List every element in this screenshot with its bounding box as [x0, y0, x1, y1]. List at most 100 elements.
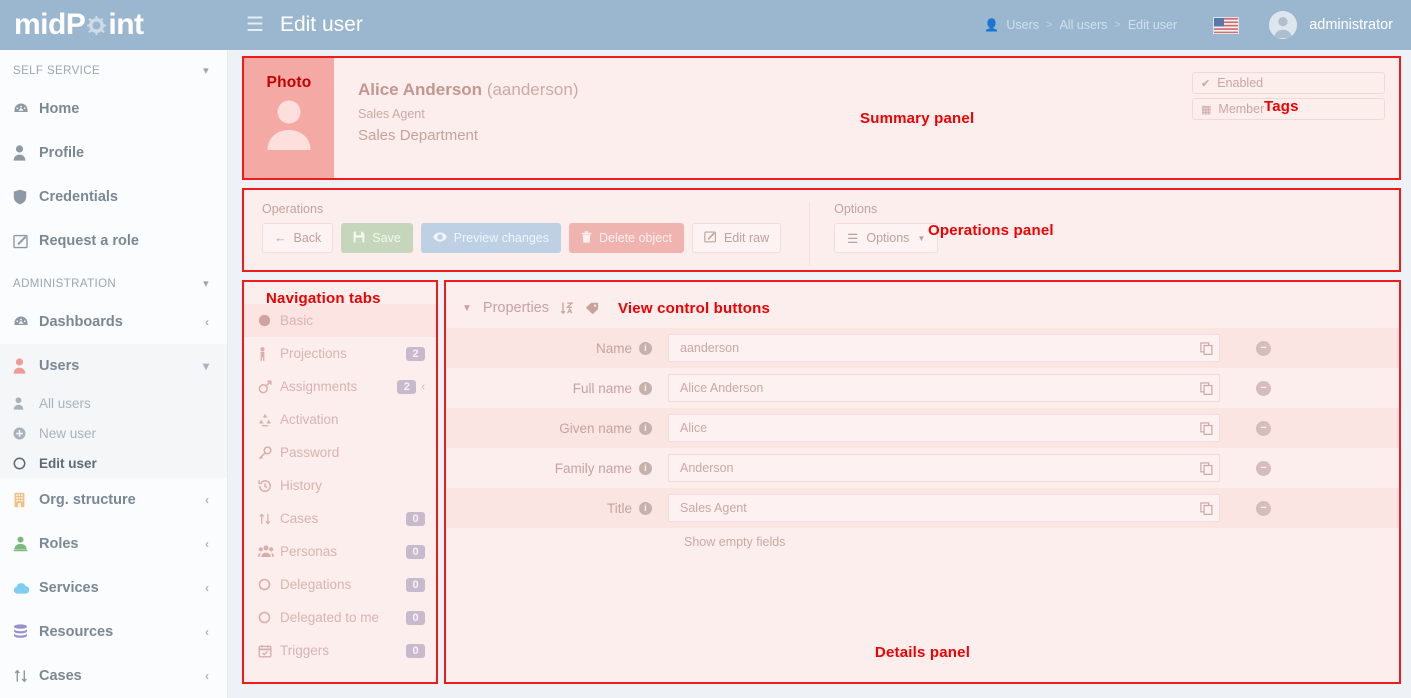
properties-title: Properties — [483, 300, 549, 316]
operations-caption: Operations — [262, 202, 781, 216]
copy-icon[interactable] — [1200, 342, 1213, 355]
sidebar-item-resources[interactable]: Resources ‹ — [0, 610, 227, 654]
minus-circle-icon[interactable]: − — [1256, 501, 1271, 516]
preview-changes-button[interactable]: Preview changes — [421, 223, 561, 253]
building-icon: ▦ — [1201, 103, 1211, 116]
sidebar-item-cases[interactable]: Cases ‹ — [0, 654, 227, 698]
copy-icon[interactable] — [1200, 422, 1213, 435]
name-field[interactable]: aanderson — [668, 334, 1220, 362]
chevron-left-icon[interactable]: ‹ — [205, 537, 209, 551]
tab-projections[interactable]: Projections 2 — [244, 337, 436, 370]
cases-icon — [13, 668, 39, 684]
sidebar-item-request-a-role[interactable]: Request a role — [0, 219, 227, 263]
sidebar-item-dashboards[interactable]: Dashboards ‹ — [0, 300, 227, 344]
sidebar-item-label: Resources — [39, 624, 205, 640]
sidebar-item-home[interactable]: Home — [0, 87, 227, 131]
sidebar-item-edit-user[interactable]: Edit user — [0, 448, 227, 478]
sort-alpha-icon[interactable] — [560, 301, 574, 315]
copy-icon[interactable] — [1200, 462, 1213, 475]
tab-assignments[interactable]: Assignments 2 ‹ — [244, 370, 436, 403]
form-row-given-name: Given name i Alice − — [446, 408, 1399, 448]
tab-triggers[interactable]: Triggers 0 — [244, 634, 436, 667]
tab-cases[interactable]: Cases 0 — [244, 502, 436, 535]
info-icon[interactable]: i — [639, 462, 652, 475]
chevron-left-icon[interactable]: ‹ — [205, 315, 209, 329]
user-icon — [13, 397, 39, 410]
app-logo[interactable]: midPint — [0, 0, 228, 50]
tab-activation[interactable]: Activation — [244, 403, 436, 436]
key-icon — [258, 446, 280, 460]
info-icon[interactable]: i — [639, 502, 652, 515]
chevron-left-icon[interactable]: ‹ — [205, 493, 209, 507]
tab-basic[interactable]: Basic — [244, 304, 436, 337]
sidebar-item-new-user[interactable]: New user — [0, 418, 227, 448]
minus-circle-icon[interactable]: − — [1256, 461, 1271, 476]
given-name-field[interactable]: Alice — [668, 414, 1220, 442]
avatar[interactable] — [1269, 11, 1297, 39]
chevron-down-icon[interactable]: ▾ — [203, 359, 209, 373]
chevron-left-icon[interactable]: ‹ — [205, 581, 209, 595]
info-icon[interactable]: i — [639, 382, 652, 395]
copy-icon[interactable] — [1200, 382, 1213, 395]
save-button[interactable]: Save — [341, 223, 413, 253]
field-value: Alice — [680, 421, 1200, 435]
sidebar-item-profile[interactable]: Profile — [0, 131, 227, 175]
breadcrumb-item-all-users[interactable]: All users — [1059, 18, 1107, 32]
us-flag-icon[interactable] — [1213, 17, 1239, 34]
photo-box[interactable]: Photo — [244, 58, 334, 178]
tab-delegations[interactable]: Delegations 0 — [244, 568, 436, 601]
show-empty-fields-link[interactable]: Show empty fields — [446, 535, 1399, 549]
info-icon[interactable]: i — [639, 422, 652, 435]
field-label: Given name — [559, 421, 632, 436]
tab-history[interactable]: History — [244, 469, 436, 502]
edit-raw-button[interactable]: Edit raw — [692, 223, 781, 253]
arrow-left-icon: ← — [274, 231, 287, 245]
title-field[interactable]: Sales Agent — [668, 494, 1220, 522]
sidebar-item-services[interactable]: Services ‹ — [0, 566, 227, 610]
chevron-left-icon[interactable]: ‹ — [421, 381, 425, 393]
full-name-field[interactable]: Alice Anderson — [668, 374, 1220, 402]
chevron-left-icon[interactable]: ‹ — [205, 669, 209, 683]
button-label: Delete object — [599, 231, 672, 245]
copy-icon[interactable] — [1200, 502, 1213, 515]
tag-icon[interactable] — [585, 302, 599, 315]
minus-circle-icon[interactable]: − — [1256, 421, 1271, 436]
circle-icon — [258, 611, 280, 624]
chevron-down-icon[interactable]: ▼ — [462, 303, 472, 314]
field-label: Full name — [573, 381, 632, 396]
breadcrumb-item-users[interactable]: Users — [1006, 18, 1039, 32]
breadcrumb-item-edit-user[interactable]: Edit user — [1128, 18, 1177, 32]
annotation-operations-panel: Operations panel — [928, 222, 1054, 239]
chevron-left-icon[interactable]: ‹ — [205, 625, 209, 639]
summary-login: (aanderson) — [487, 80, 579, 99]
form-row-name: Name i aanderson − — [446, 328, 1399, 368]
tab-badge: 0 — [406, 644, 425, 658]
tab-delegated-to-me[interactable]: Delegated to me 0 — [244, 601, 436, 634]
tab-personas[interactable]: Personas 0 — [244, 535, 436, 568]
minus-circle-icon[interactable]: − — [1256, 341, 1271, 356]
field-label: Family name — [555, 461, 632, 476]
recycle-icon — [258, 413, 280, 427]
chevron-down-icon[interactable]: ▾ — [203, 64, 209, 77]
tab-password[interactable]: Password — [244, 436, 436, 469]
options-dropdown-button[interactable]: ☰ Options ▼ — [834, 223, 938, 253]
administrator-label[interactable]: administrator — [1309, 17, 1393, 33]
info-icon[interactable]: i — [639, 342, 652, 355]
sidebar-item-org-structure[interactable]: Org. structure ‹ — [0, 478, 227, 522]
family-name-field[interactable]: Anderson — [668, 454, 1220, 482]
back-button[interactable]: ← Back — [262, 223, 333, 253]
delete-object-button[interactable]: Delete object — [569, 223, 684, 253]
sidebar-section-self-service[interactable]: SELF SERVICE ▾ — [0, 50, 227, 87]
tab-badge: 0 — [406, 545, 425, 559]
sidebar-item-roles[interactable]: Roles ‹ — [0, 522, 227, 566]
minus-circle-icon[interactable]: − — [1256, 381, 1271, 396]
sidebar-item-credentials[interactable]: Credentials — [0, 175, 227, 219]
sidebar-subitem-label: New user — [39, 426, 96, 441]
sidebar-item-all-users[interactable]: All users — [0, 388, 227, 418]
hamburger-icon[interactable]: ☰ — [246, 15, 264, 35]
annotation-photo: Photo — [267, 74, 312, 92]
main-content: Photo Alice Anderson (aanderson) Sales A… — [228, 50, 1411, 698]
chevron-down-icon[interactable]: ▾ — [203, 277, 209, 290]
sidebar-section-administration[interactable]: ADMINISTRATION ▾ — [0, 263, 227, 300]
sidebar-item-users[interactable]: Users ▾ — [0, 344, 227, 388]
